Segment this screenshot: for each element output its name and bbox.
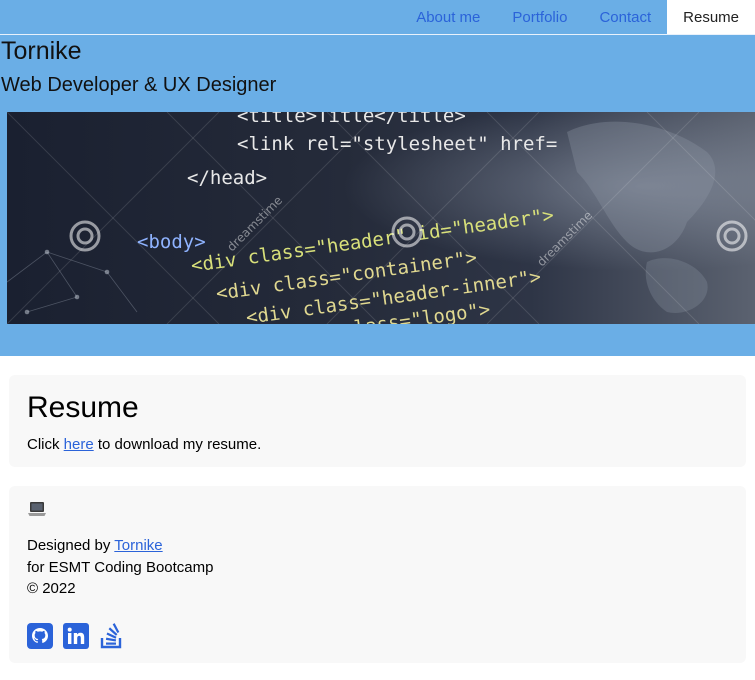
resume-title: Resume <box>27 391 139 424</box>
resume-download-text: Click here to download my resume. <box>27 436 261 453</box>
banner-code-line: <link rel="stylesheet" href= <box>237 133 557 155</box>
banner-code-line: <body> <box>137 231 206 253</box>
banner-image: <title>Title</title> <link rel="styleshe… <box>7 112 755 324</box>
nav-divider <box>0 34 755 35</box>
resume-download-link[interactable]: here <box>64 436 94 453</box>
bootcamp-text: for ESMT Coding Bootcamp <box>27 559 214 576</box>
github-icon[interactable] <box>27 623 53 649</box>
resume-card: Resume Click here to download my resume. <box>9 375 746 467</box>
resume-text-after: to download my resume. <box>93 436 262 453</box>
header: About me Portfolio Contact Resume Tornik… <box>0 0 755 356</box>
site-subtitle: Web Developer & UX Designer <box>1 74 277 96</box>
social-links <box>27 623 125 649</box>
site-title: Tornike <box>1 37 82 65</box>
copyright-text: © 2022 <box>27 580 76 597</box>
designer-link[interactable]: Tornike <box>114 537 162 554</box>
top-nav: About me Portfolio Contact Resume <box>400 0 755 34</box>
banner-code-line: <title>Title</title> <box>237 112 466 127</box>
designed-by-prefix: Designed by <box>27 537 115 554</box>
laptop-icon <box>28 502 46 516</box>
linkedin-icon[interactable] <box>63 623 89 649</box>
nav-contact[interactable]: Contact <box>583 0 667 34</box>
nav-portfolio[interactable]: Portfolio <box>496 0 583 34</box>
banner-graphic: <title>Title</title> <link rel="styleshe… <box>7 112 755 324</box>
resume-text-before: Click <box>27 436 64 453</box>
stackoverflow-icon[interactable] <box>99 623 125 649</box>
designed-by-line: Designed by Tornike <box>27 537 163 554</box>
nav-resume[interactable]: Resume <box>667 0 755 34</box>
footer-card: Designed by Tornike for ESMT Coding Boot… <box>9 486 746 663</box>
nav-about-me[interactable]: About me <box>400 0 496 34</box>
banner-code-line: </head> <box>187 167 267 189</box>
